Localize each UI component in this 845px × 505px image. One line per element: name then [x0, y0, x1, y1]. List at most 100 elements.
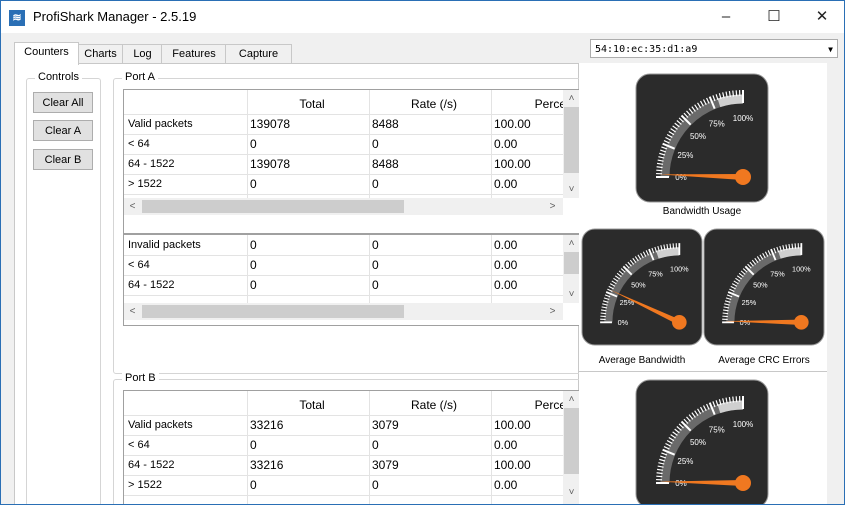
- gauge-hub: [735, 475, 751, 491]
- gauge-band-high: [656, 247, 680, 259]
- gauge-scale-label: 50%: [690, 438, 706, 447]
- rate-value: 0: [372, 278, 379, 292]
- scroll-right-icon[interactable]: >: [544, 303, 561, 320]
- row-label: Valid packets: [128, 419, 193, 431]
- horizontal-scrollbar[interactable]: < >: [124, 303, 563, 320]
- percent-value: 0.00: [494, 438, 518, 452]
- clear-all-button[interactable]: Clear All: [33, 92, 93, 113]
- gauge-scale-label: 50%: [631, 281, 646, 290]
- profishark-logo-icon: ≋: [9, 10, 25, 26]
- scroll-thumb[interactable]: [142, 305, 404, 318]
- port-b-group: Port B Total Rate (/s) Perce Valid packe…: [113, 372, 581, 504]
- scroll-thumb[interactable]: [564, 252, 579, 274]
- row-label: Valid packets: [128, 118, 193, 130]
- vertical-scrollbar[interactable]: ˄ ˅: [563, 90, 580, 198]
- gauge-scale-label: 100%: [792, 264, 811, 273]
- port-b-valid-table[interactable]: Total Rate (/s) Perce Valid packets 3321…: [123, 390, 581, 504]
- maximize-icon[interactable]: ☐: [752, 1, 796, 33]
- title-bar: ≋ ProfiShark Manager - 2.5.19 – ☐ ✕: [1, 1, 844, 33]
- gauge-scale-label: 25%: [677, 457, 693, 466]
- window-title: ProfiShark Manager - 2.5.19: [33, 9, 197, 24]
- gauge-hub: [735, 169, 751, 185]
- gauge-scale-label: 25%: [742, 298, 757, 307]
- gauge-tick: [722, 312, 729, 315]
- tab-counters[interactable]: Counters: [14, 42, 79, 65]
- vertical-scrollbar[interactable]: ˄ ˅: [563, 235, 580, 303]
- scroll-thumb[interactable]: [564, 107, 579, 173]
- gauge-tick: [732, 396, 735, 403]
- column-header-rate: Rate (/s): [410, 97, 457, 111]
- column-header-rate: Rate (/s): [410, 398, 457, 412]
- device-select[interactable]: 54:10:ec:35:d1:a9 ▼: [590, 39, 838, 58]
- percent-value: 0.00: [494, 137, 518, 151]
- gauge-scale-label: 100%: [733, 420, 753, 429]
- tab-capture[interactable]: Capture: [225, 44, 292, 64]
- row-label: Invalid packets: [128, 239, 201, 251]
- port-a-valid-table[interactable]: Total Rate (/s) Perce Valid packets 1390…: [123, 89, 581, 234]
- gauge-scale-label: 75%: [770, 269, 785, 278]
- gauge-tick: [791, 243, 794, 250]
- clear-a-button[interactable]: Clear A: [33, 120, 93, 141]
- scroll-left-icon[interactable]: <: [124, 198, 141, 215]
- gauge-tick: [669, 243, 672, 250]
- rate-value: 0: [372, 137, 379, 151]
- total-value: 33216: [250, 458, 284, 472]
- gauge-scale-label: 0%: [675, 479, 687, 488]
- total-value: 0: [250, 278, 257, 292]
- row-label: 64 - 1522: [128, 279, 175, 291]
- scroll-up-icon[interactable]: ˄: [563, 235, 580, 252]
- scroll-down-icon[interactable]: ˅: [563, 181, 580, 198]
- horizontal-scrollbar[interactable]: < >: [124, 198, 563, 215]
- gauge-hub: [794, 315, 809, 330]
- vertical-scrollbar[interactable]: ˄ ˅: [563, 391, 580, 504]
- rate-value: 3079: [372, 458, 399, 472]
- total-value: 0: [250, 177, 257, 191]
- clear-b-button[interactable]: Clear B: [33, 149, 93, 170]
- percent-value: 0.00: [494, 478, 518, 492]
- percent-value: 0.00: [494, 177, 518, 191]
- scroll-up-icon[interactable]: ˄: [563, 90, 580, 107]
- column-header-total: Total: [299, 97, 325, 111]
- gauge-scale-label: 100%: [733, 114, 753, 123]
- port-b-bandwidth-gauge: 0% 25% 50%75% 100%: [635, 379, 769, 504]
- column-header-total: Total: [299, 398, 325, 412]
- controls-group: Controls Clear All Clear A Clear B: [26, 71, 101, 504]
- close-icon[interactable]: ✕: [800, 1, 844, 33]
- gauge-scale-label: 25%: [677, 151, 693, 160]
- scroll-thumb[interactable]: [564, 408, 579, 474]
- average-bandwidth-gauge: 0% 25% 50%75% 100%: [581, 228, 703, 346]
- scroll-down-icon[interactable]: ˅: [563, 286, 580, 303]
- port-a-invalid-table[interactable]: Invalid packets 0 0 0.00 < 64 0 0 0.00 6…: [123, 234, 581, 326]
- tab-log[interactable]: Log: [122, 44, 163, 64]
- total-value: 0: [250, 238, 257, 252]
- tab-charts[interactable]: Charts: [77, 44, 124, 64]
- scroll-left-icon[interactable]: <: [124, 303, 141, 320]
- row-label: < 64: [128, 439, 150, 451]
- bandwidth-usage-gauge: 0%25%50%75%100%: [635, 73, 769, 203]
- gauge-tick: [656, 472, 663, 475]
- percent-value: 100.00: [494, 418, 531, 432]
- gauge-scale-label: 25%: [620, 298, 635, 307]
- scroll-thumb[interactable]: [142, 200, 404, 213]
- scroll-down-icon[interactable]: ˅: [563, 484, 580, 501]
- tab-features[interactable]: Features: [161, 44, 227, 64]
- minimize-icon[interactable]: –: [704, 1, 748, 33]
- percent-value: 0.00: [494, 258, 518, 272]
- port-b-label: Port B: [122, 372, 159, 384]
- gauge-band-high: [717, 94, 744, 108]
- row-label: < 64: [128, 138, 150, 150]
- gauge-tick: [600, 312, 607, 315]
- gauge-tick: [656, 166, 663, 169]
- rate-value: 3079: [372, 418, 399, 432]
- percent-value: 0.00: [494, 238, 518, 252]
- row-label: < 64: [128, 259, 150, 271]
- percent-value: 0.00: [494, 278, 518, 292]
- gauge-hub: [672, 315, 687, 330]
- average-crc-errors-gauge: 0% 25% 50%75% 100%: [703, 228, 825, 346]
- counters-panel: Controls Clear All Clear A Clear B Port …: [14, 63, 581, 504]
- total-value: 139078: [250, 157, 291, 171]
- scroll-up-icon[interactable]: ˄: [563, 391, 580, 408]
- chevron-down-icon: ▼: [828, 45, 833, 54]
- scroll-right-icon[interactable]: >: [544, 198, 561, 215]
- total-value: 33216: [250, 418, 284, 432]
